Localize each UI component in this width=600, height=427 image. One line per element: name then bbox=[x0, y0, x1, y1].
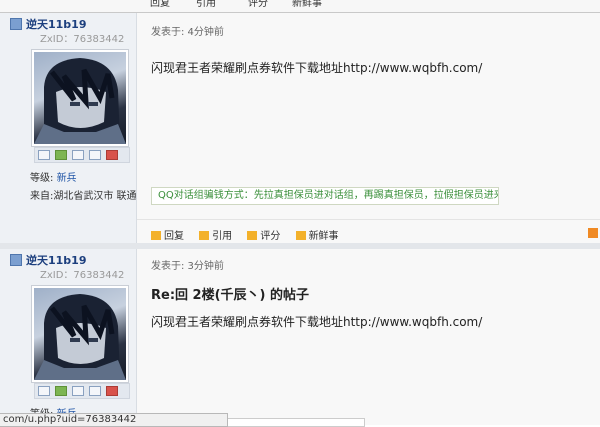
level-value[interactable]: 新兵 bbox=[57, 173, 77, 184]
post-2-posted-time: 发表于: 3分钟前 bbox=[151, 261, 224, 272]
post-1-avatar-frame[interactable] bbox=[31, 49, 129, 147]
post-1-scam-notice: QQ对话组骗钱方式：先拉真担保员进对话组，再踢真担保员，拉假担保员进来骗钱。 bbox=[151, 187, 499, 205]
post-2-avatar-frame[interactable] bbox=[31, 285, 129, 383]
post-2-user-tools bbox=[34, 383, 130, 399]
post-1-level: 等级: 新兵 bbox=[30, 169, 77, 184]
divider bbox=[137, 219, 600, 220]
post-1-avatar[interactable] bbox=[34, 52, 126, 144]
post-1-content-area: 发表于: 4分钟前 闪现君王者荣耀刷点券软件下载地址http://www.wqb… bbox=[137, 13, 600, 243]
post-2-content-area: 发表于: 3分钟前 Re:回 2楼(千辰丶) 的帖子 闪现君王者荣耀刷点券软件下… bbox=[137, 249, 600, 425]
message-icon[interactable] bbox=[38, 386, 50, 396]
reply-label: 回复 bbox=[164, 231, 184, 242]
post-1-author-panel: 逆天11b19 ZxID：76383442 等级: 新兵 来自:湖北省武汉市 联… bbox=[0, 13, 137, 243]
post-2: 逆天11b19 ZxID：76383442 等级: 新兵 发表于: 3分钟前 R… bbox=[0, 249, 600, 425]
rate-label: 评分 bbox=[260, 231, 281, 242]
prev-rate-link[interactable]: 评分 bbox=[248, 0, 268, 9]
post-2-zxid: ZxID：76383442 bbox=[40, 270, 125, 281]
user-icon bbox=[10, 18, 22, 30]
post-1-zxid: ZxID：76383442 bbox=[40, 34, 125, 45]
post-1: 逆天11b19 ZxID：76383442 等级: 新兵 来自:湖北省武汉市 联… bbox=[0, 13, 600, 243]
post-1-content: 闪现君王者荣耀刷点券软件下载地址http://www.wqbfh.com/ bbox=[151, 61, 483, 75]
news-icon bbox=[295, 231, 306, 240]
previous-post-action-bar: 回复 引用 评分 新鲜事 bbox=[0, 0, 600, 13]
avatar-image bbox=[34, 58, 126, 144]
rate-icon bbox=[247, 231, 258, 240]
avatar-image bbox=[34, 294, 126, 380]
post-1-user-tools bbox=[34, 147, 130, 163]
post-1-actions: 回复 引用 评分 新鲜事 bbox=[151, 227, 351, 242]
search-icon[interactable] bbox=[72, 150, 84, 160]
quote-button[interactable]: 引用 bbox=[199, 227, 232, 242]
prev-reply-link[interactable]: 回复 bbox=[150, 0, 170, 9]
message-icon[interactable] bbox=[38, 150, 50, 160]
quote-icon bbox=[199, 231, 210, 240]
reply-button[interactable]: 回复 bbox=[151, 227, 184, 242]
news-button[interactable]: 新鲜事 bbox=[295, 227, 339, 242]
search-icon[interactable] bbox=[72, 386, 84, 396]
post-2-content: 闪现君王者荣耀刷点券软件下载地址http://www.wqbfh.com/ bbox=[151, 315, 483, 329]
news-label: 新鲜事 bbox=[308, 231, 339, 242]
level-label: 等级: bbox=[30, 173, 57, 184]
user-icon bbox=[10, 254, 22, 266]
post-2-avatar[interactable] bbox=[34, 288, 126, 380]
profile-icon[interactable] bbox=[89, 150, 101, 160]
post-2-author-panel: 逆天11b19 ZxID：76383442 等级: 新兵 bbox=[0, 249, 137, 425]
post-1-location: 来自:湖北省武汉市 联通 bbox=[30, 191, 137, 202]
add-friend-icon[interactable] bbox=[55, 386, 67, 396]
collapse-icon[interactable] bbox=[588, 228, 598, 238]
group-icon[interactable] bbox=[106, 386, 118, 396]
reply-icon bbox=[151, 231, 161, 240]
group-icon[interactable] bbox=[106, 150, 118, 160]
post-1-posted-time: 发表于: 4分钟前 bbox=[151, 27, 224, 38]
post-2-title: Re:回 2楼(千辰丶) 的帖子 bbox=[151, 288, 310, 303]
quote-label: 引用 bbox=[212, 231, 233, 242]
prev-quote-link[interactable]: 引用 bbox=[196, 0, 216, 9]
profile-icon[interactable] bbox=[89, 386, 101, 396]
prev-news-link[interactable]: 新鲜事 bbox=[292, 0, 322, 9]
add-friend-icon[interactable] bbox=[55, 150, 67, 160]
rate-button[interactable]: 评分 bbox=[247, 227, 280, 242]
